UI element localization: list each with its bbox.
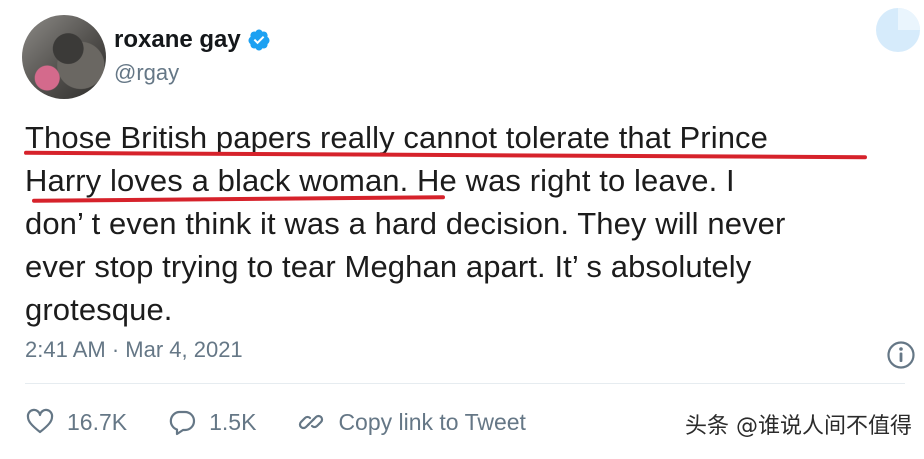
tweet-text: Those British papers really cannot toler…: [25, 116, 905, 331]
copy-link-label: Copy link to Tweet: [338, 408, 526, 435]
tweet-line: ever stop trying to tear Meghan apart. I…: [25, 249, 752, 284]
like-button[interactable]: 16.7K: [25, 407, 127, 437]
link-icon: [299, 414, 324, 430]
divider: [25, 383, 905, 384]
author-handle[interactable]: @rgay: [114, 60, 179, 86]
author-display-name[interactable]: roxane gay: [114, 26, 241, 54]
tweet-line: Harry loves a black woman. He was right …: [25, 163, 735, 198]
tweet-actions: 16.7K 1.5K Copy link to Tweet: [25, 404, 566, 440]
copy-link-button[interactable]: Copy link to Tweet: [296, 407, 526, 437]
tweet-line: don’ t even think it was a hard decision…: [25, 206, 786, 241]
tweet-timestamp[interactable]: 2:41 AM · Mar 4, 2021: [25, 337, 243, 363]
like-count: 16.7K: [67, 408, 128, 435]
reply-icon: [169, 410, 196, 436]
reply-button[interactable]: 1.5K: [167, 407, 256, 437]
info-icon[interactable]: [886, 340, 916, 370]
reply-count: 1.5K: [209, 408, 257, 435]
twitter-corner-icon: [876, 8, 920, 52]
verified-badge-icon: [248, 29, 270, 51]
tweet-line: grotesque.: [25, 292, 173, 327]
watermark: 头条 @谁说人间不值得: [685, 414, 912, 439]
avatar[interactable]: [22, 15, 106, 99]
heart-icon: [26, 408, 54, 434]
author-name-row[interactable]: roxane gay: [114, 26, 271, 54]
